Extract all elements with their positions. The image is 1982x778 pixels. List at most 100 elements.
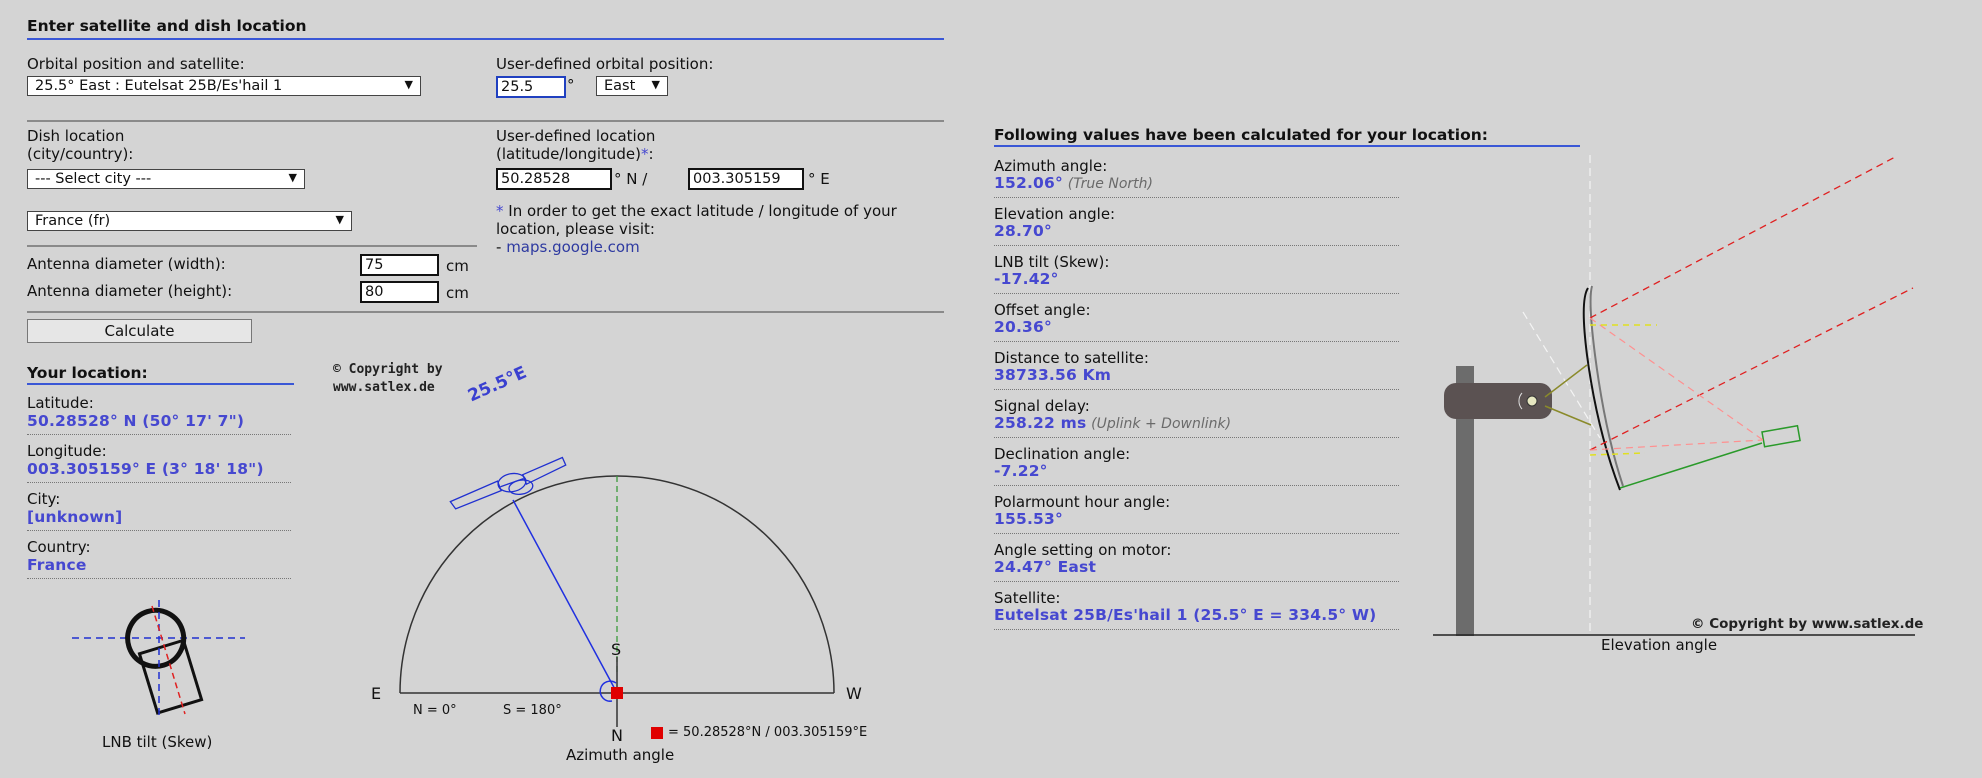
country-select[interactable]: France (fr) ▼ bbox=[27, 211, 352, 231]
antenna-height-unit: cm bbox=[446, 284, 469, 302]
satellite-icon bbox=[449, 456, 567, 510]
your-location-underline bbox=[27, 383, 294, 385]
separator bbox=[994, 437, 1399, 438]
separator bbox=[994, 581, 1399, 582]
city-select[interactable]: --- Select city --- ▼ bbox=[27, 169, 305, 189]
separator bbox=[994, 533, 1399, 534]
orbital-position-input[interactable]: 25.5 bbox=[496, 76, 566, 98]
section-divider bbox=[27, 120, 944, 122]
antenna-divider bbox=[27, 245, 477, 247]
city-label: City: bbox=[27, 490, 61, 508]
location-note: * In order to get the exact latitude / l… bbox=[496, 202, 897, 220]
latitude-label: Latitude: bbox=[27, 394, 94, 412]
offset-value: 20.36° bbox=[994, 318, 1052, 336]
chevron-down-icon: ▼ bbox=[335, 213, 344, 226]
azimuth-note: (True North) bbox=[1067, 176, 1153, 192]
longitude-label: Longitude: bbox=[27, 442, 107, 460]
country-select-value: France (fr) bbox=[35, 213, 111, 229]
direction-select-value: East bbox=[604, 78, 636, 94]
title-underline bbox=[27, 38, 944, 40]
direction-select[interactable]: East ▼ bbox=[596, 76, 668, 96]
user-orbital-label: User-defined orbital position: bbox=[496, 55, 714, 73]
antenna-width-input[interactable]: 75 bbox=[360, 254, 439, 276]
elevation-diagram bbox=[1433, 155, 1915, 636]
south-label: S bbox=[611, 640, 622, 659]
location-note-line2: location, please visit: bbox=[496, 220, 655, 238]
antenna-width-label: Antenna diameter (width): bbox=[27, 255, 226, 273]
satellite-value: Eutelsat 25B/Es'hail 1 (25.5° E = 334.5°… bbox=[994, 606, 1377, 624]
result-label: Azimuth angle: bbox=[994, 157, 1108, 175]
azimuth-value: 152.06° bbox=[994, 174, 1063, 192]
copyright-line1: © Copyright by bbox=[333, 362, 443, 377]
declination-value: -7.22° bbox=[994, 462, 1048, 480]
elevation-copyright: © Copyright by www.satlex.de bbox=[1691, 616, 1924, 632]
maps-link-row: - maps.google.com bbox=[496, 238, 640, 256]
maps-link[interactable]: maps.google.com bbox=[506, 238, 640, 256]
result-label: LNB tilt (Skew): bbox=[994, 253, 1110, 271]
separator bbox=[994, 485, 1399, 486]
longitude-suffix: ° E bbox=[808, 170, 830, 188]
results-title: Following values have been calculated fo… bbox=[994, 126, 1488, 144]
legend-text: = 50.28528°N / 003.305159°E bbox=[668, 725, 868, 740]
latitude-value: 50.28528° N (50° 17' 7") bbox=[27, 412, 245, 430]
latitude-input[interactable]: 50.28528 bbox=[496, 168, 612, 190]
satellite-select-value: 25.5° East : Eutelsat 25B/Es'hail 1 bbox=[35, 78, 283, 94]
result-label: Elevation angle: bbox=[994, 205, 1116, 223]
your-location-title: Your location: bbox=[27, 364, 148, 382]
skew-diagram bbox=[72, 600, 245, 718]
distance-value: 38733.56 Km bbox=[994, 366, 1112, 384]
delay-value: 258.22 ms bbox=[994, 414, 1087, 432]
separator bbox=[994, 389, 1399, 390]
antenna-width-unit: cm bbox=[446, 257, 469, 275]
longitude-value: 003.305159° E (3° 18' 18") bbox=[27, 460, 264, 478]
calc-divider bbox=[27, 311, 944, 313]
longitude-input[interactable]: 003.305159 bbox=[688, 168, 804, 190]
result-label: Declination angle: bbox=[994, 445, 1131, 463]
separator bbox=[27, 530, 291, 531]
lnb-icon bbox=[1761, 424, 1801, 448]
separator bbox=[994, 629, 1399, 630]
copyright-line2: www.satlex.de bbox=[333, 380, 435, 395]
dish-location-label: Dish location bbox=[27, 127, 125, 145]
west-label: W bbox=[846, 684, 862, 703]
antenna-height-input[interactable]: 80 bbox=[360, 281, 439, 303]
separator bbox=[994, 197, 1399, 198]
skew-value: -17.42° bbox=[994, 270, 1059, 288]
orbital-label: Orbital position and satellite: bbox=[27, 55, 245, 73]
page-title: Enter satellite and dish location bbox=[27, 17, 307, 35]
city-select-value: --- Select city --- bbox=[35, 171, 152, 187]
result-label: Distance to satellite: bbox=[994, 349, 1149, 367]
separator bbox=[994, 245, 1399, 246]
north-label: N bbox=[611, 726, 623, 745]
satellite-select[interactable]: 25.5° East : Eutelsat 25B/Es'hail 1 ▼ bbox=[27, 76, 421, 96]
location-marker bbox=[611, 687, 623, 699]
chevron-down-icon: ▼ bbox=[288, 171, 297, 184]
skew-caption: LNB tilt (Skew) bbox=[102, 733, 213, 751]
legend-marker bbox=[651, 727, 663, 739]
user-location-label: User-defined location bbox=[496, 127, 656, 145]
elevation-caption: Elevation angle bbox=[1601, 636, 1718, 654]
delay-note: (Uplink + Downlink) bbox=[1091, 416, 1232, 432]
dish-location-sublabel: (city/country): bbox=[27, 145, 134, 163]
country-value: France bbox=[27, 556, 87, 574]
chevron-down-icon: ▼ bbox=[651, 78, 660, 91]
motor-angle-value: 24.47° East bbox=[994, 558, 1097, 576]
city-value: [unknown] bbox=[27, 508, 123, 526]
result-label: Satellite: bbox=[994, 589, 1061, 607]
result-label: Offset angle: bbox=[994, 301, 1091, 319]
separator bbox=[994, 341, 1399, 342]
separator bbox=[27, 578, 291, 579]
latitude-suffix: ° N / bbox=[614, 170, 648, 188]
result-label: Angle setting on motor: bbox=[994, 541, 1172, 559]
result-label: Polarmount hour angle: bbox=[994, 493, 1171, 511]
north-zero-label: N = 0° bbox=[413, 703, 457, 718]
antenna-height-label: Antenna diameter (height): bbox=[27, 282, 233, 300]
user-location-sublabel: (latitude/longitude)*: bbox=[496, 145, 654, 163]
degree-symbol: ° bbox=[567, 76, 575, 94]
separator bbox=[994, 293, 1399, 294]
azimuth-caption: Azimuth angle bbox=[566, 746, 675, 764]
separator bbox=[27, 482, 291, 483]
east-label: E bbox=[371, 684, 382, 703]
hour-angle-value: 155.53° bbox=[994, 510, 1063, 528]
calculate-button[interactable]: Calculate bbox=[27, 319, 252, 343]
